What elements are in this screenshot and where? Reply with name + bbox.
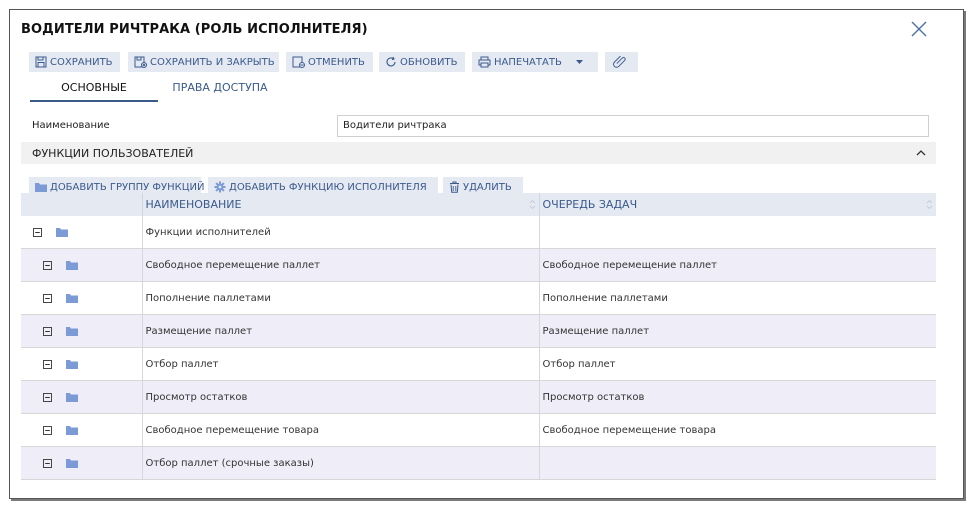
cancel-label: ОТМЕНИТЬ	[308, 56, 365, 68]
table-row[interactable]: Свободное перемещение паллет Свободное пе…	[21, 248, 936, 282]
queue-cell	[538, 446, 936, 480]
print-label: НАПЕЧАТАТЬ	[494, 56, 562, 68]
name-cell: Отбор паллет	[141, 347, 539, 381]
collapse-icon[interactable]	[43, 260, 52, 270]
tree-cell	[21, 314, 142, 348]
folder-icon	[66, 393, 78, 402]
folder-icon	[66, 261, 78, 270]
column-header-queue[interactable]: ОЧЕРЕДЬ ЗАДАЧ	[538, 193, 936, 216]
queue-cell: Свободное перемещение паллет	[538, 248, 936, 282]
save-button[interactable]: СОХРАНИТЬ	[29, 52, 120, 72]
cancel-icon	[292, 56, 305, 68]
collapse-icon[interactable]	[43, 359, 52, 369]
functions-grid: НАИМЕНОВАНИЕ ОЧЕРЕДЬ ЗАДАЧ Функции испол…	[21, 193, 936, 480]
table-row[interactable]: Отбор паллет Отбор паллет	[21, 347, 936, 381]
tree-cell	[21, 347, 142, 381]
queue-cell: Просмотр остатков	[538, 380, 936, 414]
column-header-name[interactable]: НАИМЕНОВАНИЕ	[141, 193, 539, 216]
tree-cell	[21, 413, 142, 447]
queue-cell: Свободное перемещение товара	[538, 413, 936, 447]
name-label: Наименование	[32, 120, 110, 131]
name-cell: Размещение паллет	[141, 314, 539, 348]
collapse-icon[interactable]	[43, 425, 52, 435]
folder-icon	[66, 327, 78, 336]
folder-icon	[66, 459, 78, 468]
save-and-close-button[interactable]: СОХРАНИТЬ И ЗАКРЫТЬ	[128, 52, 279, 72]
name-cell: Свободное перемещение товара	[141, 413, 539, 447]
name-cell: Свободное перемещение паллет	[141, 248, 539, 282]
add-function-group-label: ДОБАВИТЬ ГРУППУ ФУНКЦИЙ	[50, 181, 205, 193]
gear-icon	[214, 181, 226, 193]
refresh-label: ОБНОВИТЬ	[400, 56, 458, 68]
sort-icon[interactable]	[926, 199, 933, 210]
tree-cell	[21, 281, 142, 315]
close-icon[interactable]	[910, 20, 928, 38]
tree-column-header	[21, 193, 142, 216]
tree-cell	[21, 216, 142, 249]
refresh-icon	[386, 56, 396, 67]
tree-cell	[21, 446, 142, 480]
queue-cell: Отбор паллет	[538, 347, 936, 381]
save-label: СОХРАНИТЬ	[50, 56, 113, 68]
tab-main[interactable]: ОСНОВНЫЕ	[30, 80, 158, 102]
add-executor-function-label: ДОБАВИТЬ ФУНКЦИЮ ИСПОЛНИТЕЛЯ	[229, 181, 427, 193]
tree-cell	[21, 380, 142, 414]
collapse-icon[interactable]	[43, 293, 52, 303]
paperclip-icon	[613, 56, 626, 68]
folder-icon	[66, 360, 78, 369]
table-row[interactable]: Пополнение паллетами Пополнение паллетами	[21, 281, 936, 315]
save-icon	[35, 56, 47, 68]
name-input[interactable]: Водители ричтрака	[337, 115, 929, 137]
column-header-name-label: НАИМЕНОВАНИЕ	[145, 198, 242, 211]
chevron-up-icon[interactable]	[916, 148, 926, 158]
tab-bar: ОСНОВНЫЕ ПРАВА ДОСТУПА	[21, 80, 421, 102]
chevron-down-icon[interactable]	[575, 59, 583, 65]
refresh-button[interactable]: ОБНОВИТЬ	[379, 52, 465, 72]
tab-access-rights[interactable]: ПРАВА ДОСТУПА	[165, 80, 275, 102]
queue-cell: Размещение паллет	[538, 314, 936, 348]
tree-cell	[21, 248, 142, 282]
folder-icon	[35, 183, 47, 192]
save-close-icon	[134, 56, 147, 68]
table-row[interactable]: Просмотр остатков Просмотр остатков	[21, 380, 936, 414]
folder-icon	[66, 426, 78, 435]
column-header-queue-label: ОЧЕРЕДЬ ЗАДАЧ	[542, 198, 638, 211]
collapse-icon[interactable]	[43, 458, 52, 468]
attach-button[interactable]	[605, 52, 638, 72]
name-cell: Функции исполнителей	[141, 216, 539, 249]
name-cell: Отбор паллет (срочные заказы)	[141, 446, 539, 480]
collapse-icon[interactable]	[43, 392, 52, 402]
folder-icon	[56, 228, 68, 237]
table-row[interactable]: Отбор паллет (срочные заказы)	[21, 446, 936, 480]
table-row[interactable]: Функции исполнителей	[21, 216, 936, 249]
print-button[interactable]: НАПЕЧАТАТЬ	[472, 52, 598, 72]
save-and-close-label: СОХРАНИТЬ И ЗАКРЫТЬ	[150, 56, 275, 68]
table-row[interactable]: Размещение паллет Размещение паллет	[21, 314, 936, 348]
collapse-icon[interactable]	[43, 326, 52, 336]
collapse-icon[interactable]	[33, 227, 42, 237]
grid-header: НАИМЕНОВАНИЕ ОЧЕРЕДЬ ЗАДАЧ	[21, 193, 936, 216]
name-cell: Просмотр остатков	[141, 380, 539, 414]
trash-icon	[450, 181, 459, 193]
queue-cell: Пополнение паллетами	[538, 281, 936, 315]
queue-cell	[538, 216, 936, 249]
printer-icon	[478, 56, 491, 68]
name-cell: Пополнение паллетами	[141, 281, 539, 315]
folder-icon	[66, 294, 78, 303]
sort-icon[interactable]	[529, 199, 536, 210]
dialog-title: ВОДИТЕЛИ РИЧТРАКА (РОЛЬ ИСПОЛНИТЕЛЯ)	[21, 22, 368, 37]
table-row[interactable]: Свободное перемещение товара Свободное пе…	[21, 413, 936, 447]
cancel-button[interactable]: ОТМЕНИТЬ	[286, 52, 373, 72]
delete-label: УДАЛИТЬ	[463, 181, 512, 193]
user-functions-section[interactable]: ФУНКЦИИ ПОЛЬЗОВАТЕЛЕЙ	[21, 142, 936, 164]
section-title: ФУНКЦИИ ПОЛЬЗОВАТЕЛЕЙ	[32, 147, 194, 160]
